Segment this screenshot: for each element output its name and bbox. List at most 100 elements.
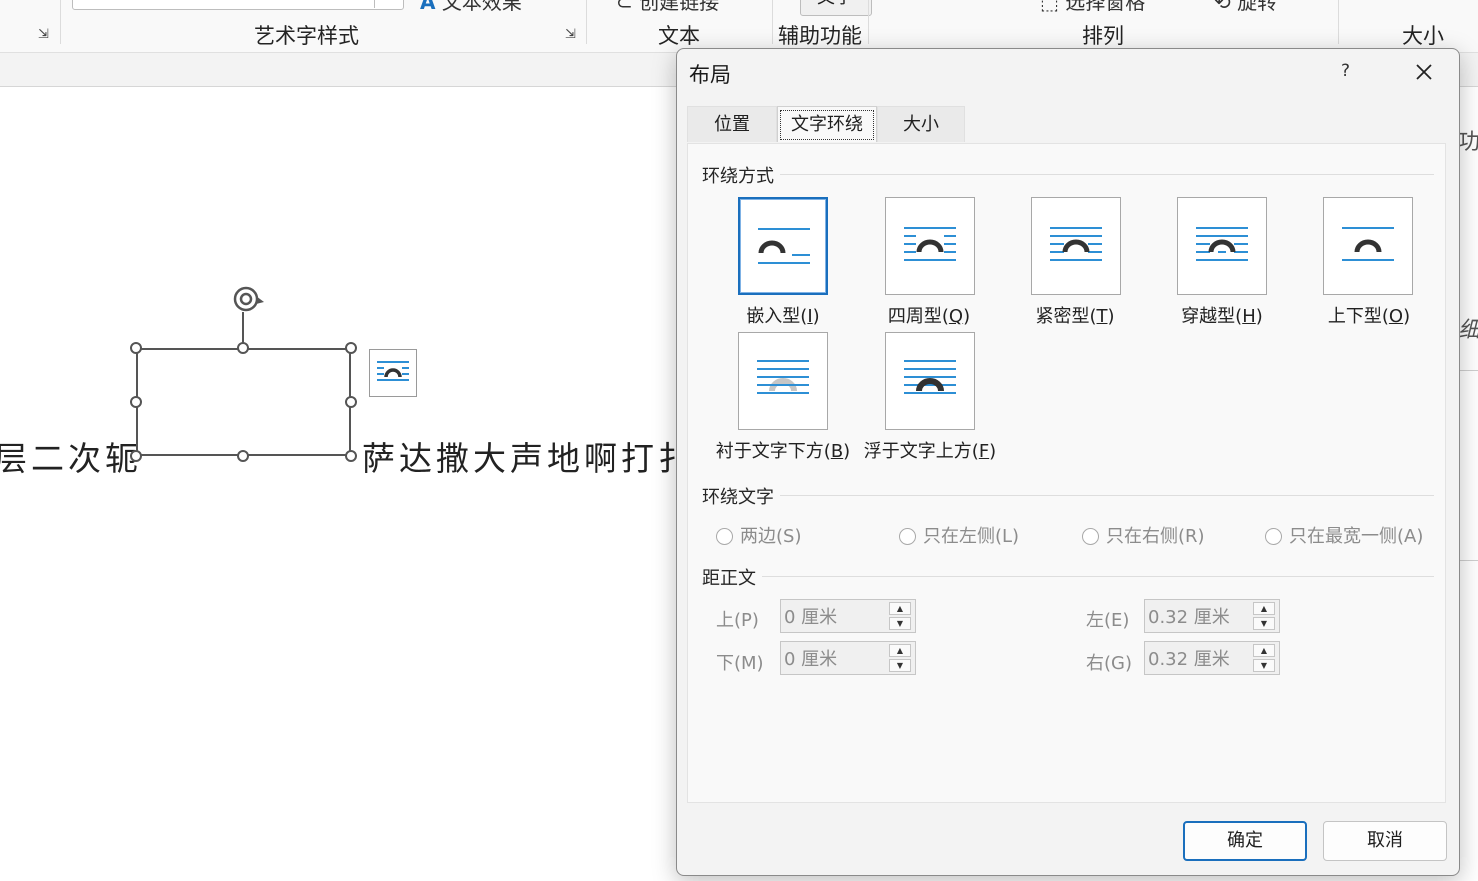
selected-shape[interactable] <box>136 348 351 456</box>
font-combo[interactable] <box>72 0 404 10</box>
group-label-wordart-styles: 艺术字样式 <box>254 24 359 48</box>
resize-handle-top-right[interactable] <box>345 342 357 354</box>
layout-options-button[interactable] <box>369 349 417 397</box>
radio-both-sides[interactable]: 两边(S) <box>716 522 801 548</box>
resize-handle-top[interactable] <box>237 342 249 354</box>
create-link-button[interactable]: ⊂ 创建链接 <box>616 0 719 15</box>
section-title-wrap-text: 环绕文字 <box>702 487 774 508</box>
help-button[interactable]: ? <box>1341 61 1350 81</box>
selection-pane-button[interactable]: ⬚ 选择窗格 <box>1040 0 1145 15</box>
wrap-in-front-icon <box>904 360 956 394</box>
link-icon: ⊂ <box>616 0 633 14</box>
radio-circle-icon <box>899 528 916 545</box>
group-separator <box>1338 0 1339 44</box>
spin-down-icon[interactable]: ▼ <box>1253 659 1275 672</box>
text-effects-button[interactable]: A 文本效果 <box>420 0 522 15</box>
radio-largest-only[interactable]: 只在最宽一侧(A) <box>1265 522 1423 548</box>
wrap-square-tile[interactable] <box>885 197 975 295</box>
distance-top-label: 上(P) <box>716 610 759 631</box>
wrap-through-tile[interactable] <box>1177 197 1267 295</box>
group-separator <box>586 0 587 44</box>
wrap-tight-icon <box>1050 227 1102 261</box>
distance-left-label: 左(E) <box>1086 610 1130 631</box>
text-button[interactable]: 文字 <box>800 0 872 16</box>
section-title-distance: 距正文 <box>702 568 756 589</box>
distance-bottom-field[interactable]: 0 厘米 ▲ ▼ <box>780 641 916 675</box>
document-text-left: 层二次轭 <box>0 439 142 478</box>
section-title-wrap-style: 环绕方式 <box>702 166 774 187</box>
group-label-text: 文本 <box>658 24 700 48</box>
radio-circle-icon <box>716 528 733 545</box>
radio-left-only[interactable]: 只在左侧(L) <box>899 522 1019 548</box>
spin-up-icon[interactable]: ▲ <box>889 602 911 615</box>
group-separator <box>868 0 869 44</box>
group-label-accessibility: 辅助功能 <box>778 24 862 48</box>
resize-handle-right[interactable] <box>345 396 357 408</box>
wrap-square-label: 四周型(Q) <box>887 306 971 327</box>
section-rule <box>780 495 1434 496</box>
wrap-top-bottom-tile[interactable] <box>1323 197 1413 295</box>
tab-size[interactable]: 大小 <box>877 106 965 142</box>
dialog-title: 布局 <box>689 63 731 87</box>
ribbon: A 文本效果 ⊂ 创建链接 文字 ⬚ 选择窗格 ⟲ 旋转 ⇲ 艺术字样式 ⇲ 文… <box>0 0 1478 53</box>
wrap-behind-text-tile[interactable] <box>738 332 828 430</box>
radio-circle-icon <box>1265 528 1282 545</box>
cursor-icon: ⬚ <box>1040 0 1059 14</box>
layout-dialog: 布局 ? 环绕方式 嵌入型(I) 四周型(Q) 紧密型(T) 穿越型(H) 上下… <box>676 48 1460 876</box>
document-text-right: 萨达撒大声地啊打扌 <box>362 439 695 478</box>
rotate-icon: ⟲ <box>1214 0 1231 14</box>
wrap-inline-tile[interactable] <box>738 197 828 295</box>
group-label-size: 大小 <box>1402 24 1444 48</box>
right-panel-clipped-text: 功 <box>1458 130 1478 155</box>
resize-handle-bottom-left[interactable] <box>130 450 142 462</box>
group-label-arrange: 排列 <box>1082 24 1124 48</box>
layout-options-icon <box>377 361 409 381</box>
resize-handle-left[interactable] <box>130 396 142 408</box>
cancel-button[interactable]: 取消 <box>1323 821 1447 861</box>
close-icon[interactable] <box>1409 57 1439 87</box>
wrap-in-front-label: 浮于文字上方(F) <box>863 441 997 462</box>
spin-up-icon[interactable]: ▲ <box>889 644 911 657</box>
group-separator <box>772 0 773 44</box>
tab-text-wrapping[interactable]: 文字环绕 <box>777 106 877 142</box>
spin-up-icon[interactable]: ▲ <box>1253 602 1275 615</box>
distance-bottom-label: 下(M) <box>716 653 764 674</box>
rotate-button[interactable]: ⟲ 旋转 <box>1214 0 1277 15</box>
resize-handle-bottom[interactable] <box>237 450 249 462</box>
resize-handle-top-left[interactable] <box>130 342 142 354</box>
combo-dropdown-button[interactable] <box>374 0 403 8</box>
text-effects-icon: A <box>420 0 436 14</box>
wrap-behind-text-icon <box>757 360 809 394</box>
distance-right-label: 右(G) <box>1086 653 1132 674</box>
wrap-inline-icon <box>758 228 810 264</box>
distance-right-field[interactable]: 0.32 厘米 ▲ ▼ <box>1144 641 1280 675</box>
wrap-in-front-tile[interactable] <box>885 332 975 430</box>
dialog-launcher-icon[interactable]: ⇲ <box>565 28 579 42</box>
spin-down-icon[interactable]: ▼ <box>889 659 911 672</box>
wrap-top-bottom-label: 上下型(O) <box>1327 306 1411 327</box>
radio-right-only[interactable]: 只在右侧(R) <box>1082 522 1205 548</box>
dialog-launcher-icon[interactable]: ⇲ <box>38 28 52 42</box>
wrap-tight-label: 紧密型(T) <box>1035 306 1115 327</box>
ok-button[interactable]: 确定 <box>1183 821 1307 861</box>
wrap-behind-text-label: 衬于文字下方(B) <box>715 441 851 462</box>
distance-left-field[interactable]: 0.32 厘米 ▲ ▼ <box>1144 599 1280 633</box>
spin-down-icon[interactable]: ▼ <box>889 617 911 630</box>
distance-top-field[interactable]: 0 厘米 ▲ ▼ <box>780 599 916 633</box>
section-rule <box>780 174 1434 175</box>
rotate-handle-icon[interactable] <box>226 282 266 316</box>
group-separator <box>60 0 61 44</box>
wrap-tight-tile[interactable] <box>1031 197 1121 295</box>
right-panel-clipped-text: 细 <box>1458 318 1478 343</box>
resize-handle-bottom-right[interactable] <box>345 450 357 462</box>
spin-up-icon[interactable]: ▲ <box>1253 644 1275 657</box>
tab-pane-text-wrapping: 环绕方式 嵌入型(I) 四周型(Q) 紧密型(T) 穿越型(H) 上下型(O) … <box>687 143 1446 803</box>
wrap-through-icon <box>1196 227 1248 261</box>
wrap-top-bottom-icon <box>1342 227 1394 261</box>
section-rule <box>762 576 1434 577</box>
tab-position[interactable]: 位置 <box>687 106 777 142</box>
radio-circle-icon <box>1082 528 1099 545</box>
spin-down-icon[interactable]: ▼ <box>1253 617 1275 630</box>
wrap-inline-label: 嵌入型(I) <box>746 306 820 327</box>
wrap-through-label: 穿越型(H) <box>1181 306 1263 327</box>
